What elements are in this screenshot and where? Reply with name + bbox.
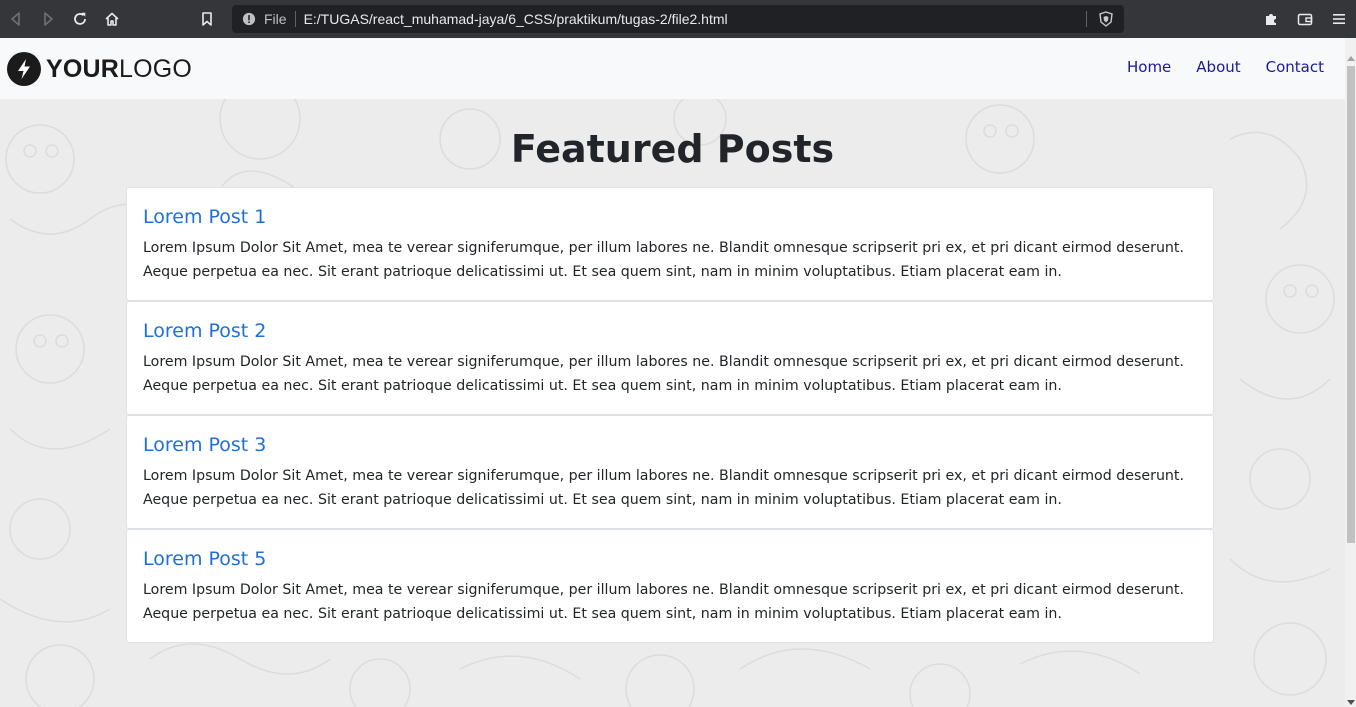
logo-text-light: LOGO [119,54,193,83]
post-body-line: Lorem Ipsum Dolor Sit Amet, mea te verea… [143,240,1184,256]
post-card: Lorem Post 3 Lorem Ipsum Dolor Sit Amet,… [126,415,1214,529]
bookmark-icon[interactable] [199,11,215,27]
forward-arrow-icon [44,12,53,26]
post-body-line: Lorem Ipsum Dolor Sit Amet, mea te verea… [143,582,1184,598]
post-body-line: Aeque perpetua ea nec. Sit erant patrioq… [143,492,1062,508]
post-body-line: Lorem Ipsum Dolor Sit Amet, mea te verea… [143,354,1184,370]
post-body: Lorem Ipsum Dolor Sit Amet, mea te verea… [143,464,1197,512]
puzzle-icon[interactable] [1263,11,1279,27]
page-title: Featured Posts [510,127,835,171]
home-icon [105,12,119,26]
post-title[interactable]: Lorem Post 2 [143,318,1197,344]
home-button[interactable] [96,0,128,38]
browser-toolbar: File E:/TUGAS/react_muhamad-jaya/6_CSS/p… [0,0,1356,38]
logo-badge [7,52,41,86]
back-arrow-icon [11,12,20,26]
logo-text: YOURLOGO [46,55,192,84]
wallet-icon[interactable] [1297,11,1313,27]
url-scheme-label: File [264,11,287,27]
url-separator [294,11,296,27]
scroll-up-arrow[interactable] [1347,56,1355,61]
post-body-line: Aeque perpetua ea nec. Sit erant patrioq… [143,606,1062,622]
post-card: Lorem Post 1 Lorem Ipsum Dolor Sit Amet,… [126,187,1214,301]
reload-icon [74,12,86,25]
nav-links: Home About Contact [1127,58,1324,76]
url-divider [1086,11,1087,27]
posts-list: Lorem Post 1 Lorem Ipsum Dolor Sit Amet,… [126,187,1214,643]
scroll-thumb[interactable] [1347,66,1355,543]
logo-text-bold: YOUR [46,54,120,83]
post-body: Lorem Ipsum Dolor Sit Amet, mea te verea… [143,578,1197,626]
forward-button[interactable] [32,0,64,38]
scroll-down-arrow[interactable] [1347,700,1355,705]
lightning-bolt-icon [18,59,30,79]
address-bar[interactable]: File E:/TUGAS/react_muhamad-jaya/6_CSS/p… [232,5,1124,33]
nav-link-contact[interactable]: Contact [1266,58,1324,76]
post-body: Lorem Ipsum Dolor Sit Amet, mea te verea… [143,236,1197,284]
nav-link-home[interactable]: Home [1127,58,1171,76]
main-content: Featured Posts Lorem Post 1 Lorem Ipsum … [0,99,1345,707]
site-logo[interactable]: YOURLOGO [7,52,192,86]
site-navbar: YOURLOGO Home About Contact [0,38,1345,99]
brave-shield-icon[interactable] [1098,11,1114,27]
post-body-line: Lorem Ipsum Dolor Sit Amet, mea te verea… [143,468,1184,484]
url-text[interactable]: E:/TUGAS/react_muhamad-jaya/6_CSS/prakti… [304,11,728,27]
post-body: Lorem Ipsum Dolor Sit Amet, mea te verea… [143,350,1197,398]
post-title[interactable]: Lorem Post 3 [143,432,1197,458]
page-scrollbar[interactable] [1345,38,1356,707]
post-title[interactable]: Lorem Post 1 [143,204,1197,230]
post-body-line: Aeque perpetua ea nec. Sit erant patrioq… [143,378,1062,394]
back-button[interactable] [0,0,32,38]
nav-link-about[interactable]: About [1196,58,1240,76]
post-title[interactable]: Lorem Post 5 [143,546,1197,572]
post-card: Lorem Post 5 Lorem Ipsum Dolor Sit Amet,… [126,529,1214,643]
reload-button[interactable] [64,0,96,38]
post-card: Lorem Post 2 Lorem Ipsum Dolor Sit Amet,… [126,301,1214,415]
post-body-line: Aeque perpetua ea nec. Sit erant patrioq… [143,264,1062,280]
info-icon[interactable] [242,12,256,26]
hamburger-menu-icon[interactable] [1331,11,1347,27]
